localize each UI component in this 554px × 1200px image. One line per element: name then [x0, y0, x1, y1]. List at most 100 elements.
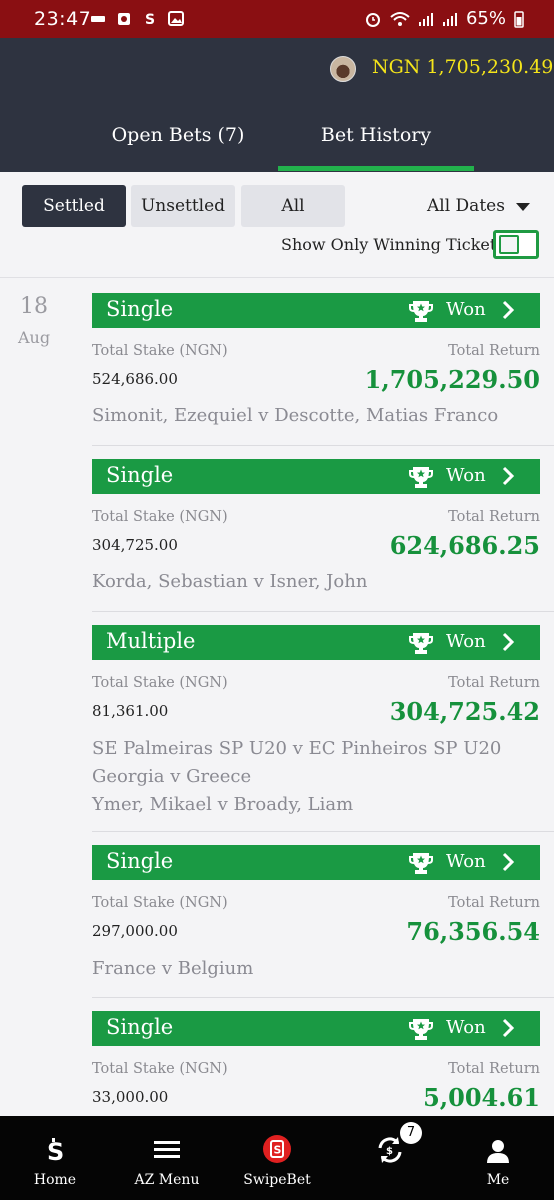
return-label: Total Return	[448, 675, 540, 691]
bet-type: Single	[106, 849, 174, 873]
divider	[92, 445, 554, 446]
stake-value: 297,000.00	[92, 922, 178, 940]
date-filter-select[interactable]: All Dates	[427, 196, 505, 216]
return-value: 304,725.42	[389, 697, 540, 726]
event-name: Ymer, Mikael v Broady, Liam	[92, 794, 354, 815]
stake-value: 304,725.00	[92, 536, 178, 554]
battery-percent: 65%	[465, 8, 506, 29]
status-time: 23:47	[34, 8, 92, 30]
alarm-icon	[365, 12, 380, 27]
event-name: Simonit, Ezequiel v Descotte, Matias Fra…	[92, 405, 499, 426]
status-bar: 23:47 S 65%	[0, 0, 554, 38]
wifi-icon	[390, 11, 410, 26]
chevron-down-icon[interactable]	[516, 203, 530, 211]
avatar[interactable]	[330, 56, 356, 82]
stake-label: Total Stake (NGN)	[92, 343, 228, 359]
active-tab-indicator	[278, 166, 474, 171]
tab-open-bets[interactable]: Open Bets (7)	[90, 124, 266, 158]
stake-label: Total Stake (NGN)	[92, 675, 228, 691]
stake-value: 81,361.00	[92, 702, 169, 720]
nav-home-label: Home	[33, 1172, 77, 1188]
filter-bar: Settled Unsettled All All Dates Show Onl…	[0, 172, 554, 278]
unsettled-button[interactable]: Unsettled	[131, 185, 235, 227]
return-label: Total Return	[448, 1061, 540, 1077]
winning-tickets-label: Show Only Winning Tickets	[281, 235, 505, 254]
svg-text:S: S	[145, 12, 155, 26]
nav-home[interactable]: S Home	[10, 1116, 100, 1200]
stake-label: Total Stake (NGN)	[92, 895, 228, 911]
event-name: SE Palmeiras SP U20 v EC Pinheiros SP U2…	[92, 738, 502, 759]
bet-header[interactable]: Single Won	[92, 459, 540, 494]
bet-header[interactable]: Multiple Won	[92, 625, 540, 660]
return-value: 1,705,229.50	[364, 365, 540, 394]
swipebet-icon: S	[263, 1135, 291, 1163]
bet-type: Single	[106, 297, 174, 321]
trophy-icon	[409, 301, 433, 322]
nav-swipebet[interactable]: S SwipeBet	[230, 1116, 324, 1200]
camera-icon	[118, 13, 130, 25]
chevron-right-icon[interactable]	[500, 1017, 516, 1039]
event-name: Korda, Sebastian v Isner, John	[92, 571, 368, 592]
signal-icon	[442, 12, 457, 26]
event-name: France v Belgium	[92, 958, 254, 979]
account-balance[interactable]: NGN 1,705,230.49	[372, 56, 553, 78]
bet-type: Single	[106, 463, 174, 487]
bet-header[interactable]: Single Won	[92, 845, 540, 880]
date-month: Aug	[18, 328, 51, 347]
return-value: 5,004.61	[423, 1083, 540, 1112]
bet-card[interactable]: Single Won Total Stake (NGN) Total Retur…	[92, 845, 540, 995]
open-bets-badge: 7	[400, 1122, 422, 1144]
toggle-knob	[499, 235, 519, 254]
chevron-right-icon[interactable]	[500, 631, 516, 653]
stake-value: 33,000.00	[92, 1088, 169, 1106]
nav-me[interactable]: Me	[456, 1116, 540, 1200]
return-value: 76,356.54	[406, 917, 540, 946]
chevron-right-icon[interactable]	[500, 299, 516, 321]
bet-card[interactable]: Single Won Total Stake (NGN) Total Retur…	[92, 293, 540, 443]
signal-icon	[418, 12, 433, 26]
bet-header[interactable]: Single Won	[92, 293, 540, 328]
bet-card[interactable]: Single Won Total Stake (NGN) Total Retur…	[92, 459, 540, 609]
tab-bet-history[interactable]: Bet History	[278, 124, 474, 158]
stake-label: Total Stake (NGN)	[92, 509, 228, 525]
battery-icon	[514, 10, 524, 28]
nav-az-menu-label: AZ Menu	[134, 1172, 200, 1188]
trophy-icon	[409, 633, 433, 654]
return-value: 624,686.25	[389, 531, 540, 560]
nav-az-menu[interactable]: AZ Menu	[118, 1116, 216, 1200]
bet-card[interactable]: Single Won Total Stake (NGN) Total Retur…	[92, 1011, 540, 1116]
bet-status: Won	[446, 631, 486, 652]
stake-label: Total Stake (NGN)	[92, 1061, 228, 1077]
divider	[92, 611, 554, 612]
trophy-icon	[409, 1019, 433, 1040]
svg-text:S: S	[274, 1144, 282, 1157]
bet-header[interactable]: Single Won	[92, 1011, 540, 1046]
status-left-icons: S	[90, 11, 184, 26]
bet-status: Won	[446, 465, 486, 486]
nav-me-label: Me	[486, 1172, 510, 1188]
chevron-right-icon[interactable]	[500, 465, 516, 487]
bet-type: Single	[106, 1015, 174, 1039]
bet-card[interactable]: Multiple Won Total Stake (NGN) Total Ret…	[92, 625, 540, 825]
event-name: Georgia v Greece	[92, 766, 252, 787]
stake-value: 524,686.00	[92, 370, 178, 388]
bet-status: Won	[446, 299, 486, 320]
return-label: Total Return	[448, 895, 540, 911]
chevron-right-icon[interactable]	[500, 851, 516, 873]
settled-button[interactable]: Settled	[22, 185, 126, 227]
app-header: NGN 1,705,230.49 Open Bets (7) Bet Histo…	[0, 38, 554, 172]
bet-type: Multiple	[106, 629, 196, 653]
winning-tickets-toggle[interactable]	[493, 230, 539, 259]
svg-text:S: S	[47, 1138, 64, 1164]
trophy-icon	[409, 853, 433, 874]
image-icon	[168, 11, 184, 26]
bottom-nav: S Home AZ Menu S SwipeBet $ Me	[0, 1116, 554, 1200]
divider	[92, 997, 554, 998]
nav-swipebet-label: SwipeBet	[243, 1172, 311, 1188]
trophy-icon	[409, 467, 433, 488]
all-button[interactable]: All	[241, 185, 345, 227]
date-day: 18	[20, 294, 48, 319]
app-s-icon: S	[145, 12, 155, 26]
bet-status: Won	[446, 851, 486, 872]
return-label: Total Return	[448, 509, 540, 525]
